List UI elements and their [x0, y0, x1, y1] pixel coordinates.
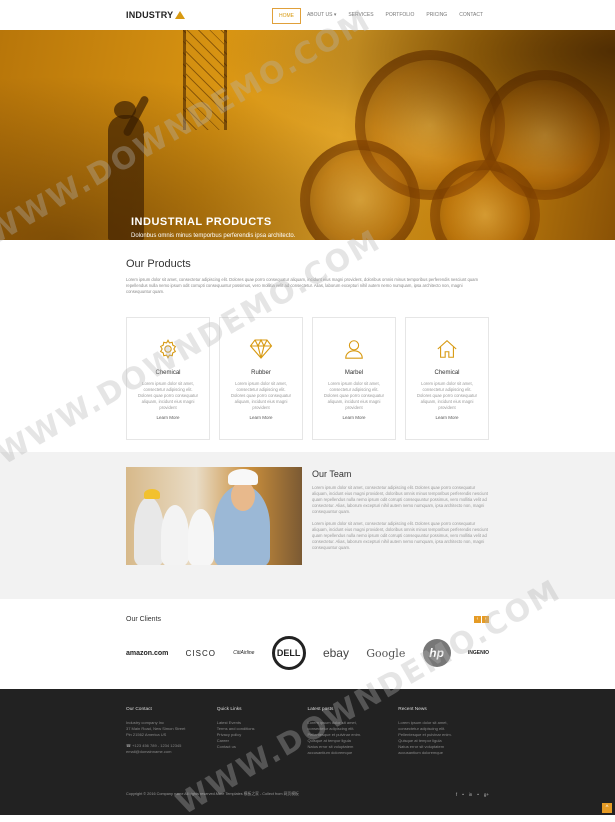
product-card: Chemical Lorem ipsum dolor sit amet, con…	[405, 317, 489, 440]
googleplus-icon[interactable]: g+	[484, 792, 489, 797]
products-title: Our Products	[126, 258, 191, 270]
client-logo-dell[interactable]: DELL	[271, 636, 306, 670]
footer-heading: Latest posts	[307, 707, 334, 712]
products-lead: Lorem ipsum dolor sit amet, consectetur …	[126, 277, 478, 294]
carousel-arrows: ‹ ›	[474, 616, 489, 623]
main-nav: HOME ABOUT US ▾ SERVICES PORTFOLIO PRICING CO…	[271, 8, 489, 24]
hardhat-shape	[144, 489, 160, 499]
prev-arrow-icon[interactable]: ‹	[474, 616, 481, 623]
hero-banner: INDUSTRIAL PRODUCTS Dolonbus omnis minus…	[0, 30, 615, 240]
twitter-icon[interactable]: •	[462, 792, 464, 797]
learn-more-link[interactable]: Learn More	[220, 415, 302, 420]
copyright-text: Copyright © 2016 Company name All rights…	[126, 792, 299, 796]
team-title: Our Team	[312, 469, 352, 479]
client-logo-ingenio[interactable]: INGENIO	[468, 650, 489, 656]
team-paragraph: Lorem ipsum dolor sit amet, consectetur …	[312, 485, 488, 514]
clients-title: Our Clients	[126, 616, 162, 623]
client-logo-ebay[interactable]: ebay	[323, 646, 349, 660]
product-cards: Chemical Lorem ipsum dolor sit amet, con…	[126, 317, 489, 440]
contact-email[interactable]: email@domainname.com	[126, 749, 217, 755]
footer-heading: Recent News	[398, 707, 427, 712]
client-logo-google[interactable]: Google	[366, 647, 405, 660]
footer-contact: Our Contact Industry company Inc 37 Main…	[126, 707, 217, 756]
hardhat-shape	[228, 469, 258, 485]
client-logo-hp[interactable]: hp	[422, 639, 451, 667]
product-title: Marbel	[344, 370, 364, 376]
product-text: Lorem ipsum dolor sit amet, consectetur …	[230, 381, 292, 410]
learn-more-link[interactable]: Learn More	[127, 415, 209, 420]
hero-subtitle: Dolonbus omnis minus temporbus perferend…	[131, 233, 296, 239]
product-text: Lorem ipsum dolor sit amet, consectetur …	[137, 381, 199, 410]
next-arrow-icon[interactable]: ›	[482, 616, 489, 623]
recent-news-item[interactable]: accusantium doloremque	[398, 750, 489, 756]
team-photo	[126, 467, 302, 565]
nav-item-about-us[interactable]: ABOUT US ▾	[301, 8, 342, 24]
user-icon	[313, 336, 395, 362]
gear-icon	[127, 336, 209, 362]
hero-title: INDUSTRIAL PRODUCTS	[131, 216, 272, 228]
logo-triangle-icon	[175, 11, 186, 19]
footer-heading: Our Contact	[126, 707, 152, 712]
team-paragraph: Lorem ipsum dolor sit amet, consectetur …	[312, 521, 488, 550]
product-title: Rubber	[251, 370, 271, 376]
product-text: Lorem ipsum dolor sit amet, consectetur …	[416, 381, 478, 410]
client-logo-amazon[interactable]: amazon.com	[126, 650, 168, 657]
learn-more-link[interactable]: Learn More	[313, 415, 395, 420]
product-card: Chemical Lorem ipsum dolor sit amet, con…	[126, 317, 210, 440]
person-shape	[161, 505, 189, 565]
client-logo-cisco[interactable]: CISCO	[186, 649, 216, 658]
logo-text: INDUSTRY	[126, 10, 174, 20]
quick-link[interactable]: Contact us	[217, 744, 308, 750]
clients-section: Our Clients amazon.com CISCO CitiAirline…	[0, 599, 615, 689]
nav-item-portfolio[interactable]: PORTFOLIO	[380, 8, 421, 24]
logo[interactable]: INDUSTRY	[126, 10, 186, 20]
product-text: Lorem ipsum dolor sit amet, consectetur …	[323, 381, 385, 410]
product-title: Chemical	[155, 370, 181, 376]
footer-quick-links: Quick Links Latest Events Terms and condi…	[217, 707, 308, 756]
client-logos: amazon.com CISCO CitiAirline DELL ebay G…	[126, 635, 489, 671]
product-card: Rubber Lorem ipsum dolor sit amet, conse…	[219, 317, 303, 440]
footer-latest-posts: Latest posts Lorem ipsum dolor sit amet,…	[308, 707, 399, 756]
facebook-icon[interactable]: f	[456, 792, 457, 797]
nav-item-pricing[interactable]: PRICING	[420, 8, 453, 24]
products-section: Our Products Lorem ipsum dolor sit amet,…	[0, 240, 615, 452]
pinterest-icon[interactable]: •	[477, 792, 479, 797]
nav-item-contact[interactable]: CONTACT	[453, 8, 489, 24]
product-card: Marbel Lorem ipsum dolor sit amet, conse…	[312, 317, 396, 440]
face-shape	[231, 481, 255, 511]
team-section: Our Team Lorem ipsum dolor sit amet, con…	[0, 452, 615, 599]
person-shape	[188, 509, 214, 565]
client-logo-citiairline[interactable]: CitiAirline	[233, 650, 254, 656]
footer-recent-news: Recent News Lorem ipsum dolor sit amet, c…	[398, 707, 489, 756]
latest-post[interactable]: accusantium doloremque	[308, 750, 399, 756]
nav-item-home[interactable]: HOME	[271, 8, 301, 24]
hero-shade	[0, 30, 615, 240]
product-title: Chemical	[434, 370, 460, 376]
nav-item-services[interactable]: SERVICES	[342, 8, 379, 24]
linkedin-icon[interactable]: in	[469, 792, 473, 797]
back-to-top-icon[interactable]: ^	[602, 803, 612, 813]
social-links: f • in • g+	[456, 792, 489, 797]
site-header: INDUSTRY HOME ABOUT US ▾ SERVICES PORTFOLIO…	[0, 0, 615, 30]
learn-more-link[interactable]: Learn More	[406, 415, 488, 420]
person-shape	[134, 497, 164, 565]
home-icon	[406, 336, 488, 362]
footer-heading: Quick Links	[216, 707, 242, 712]
diamond-icon	[220, 336, 302, 362]
site-footer: Our Contact Industry company Inc 37 Main…	[0, 689, 615, 815]
